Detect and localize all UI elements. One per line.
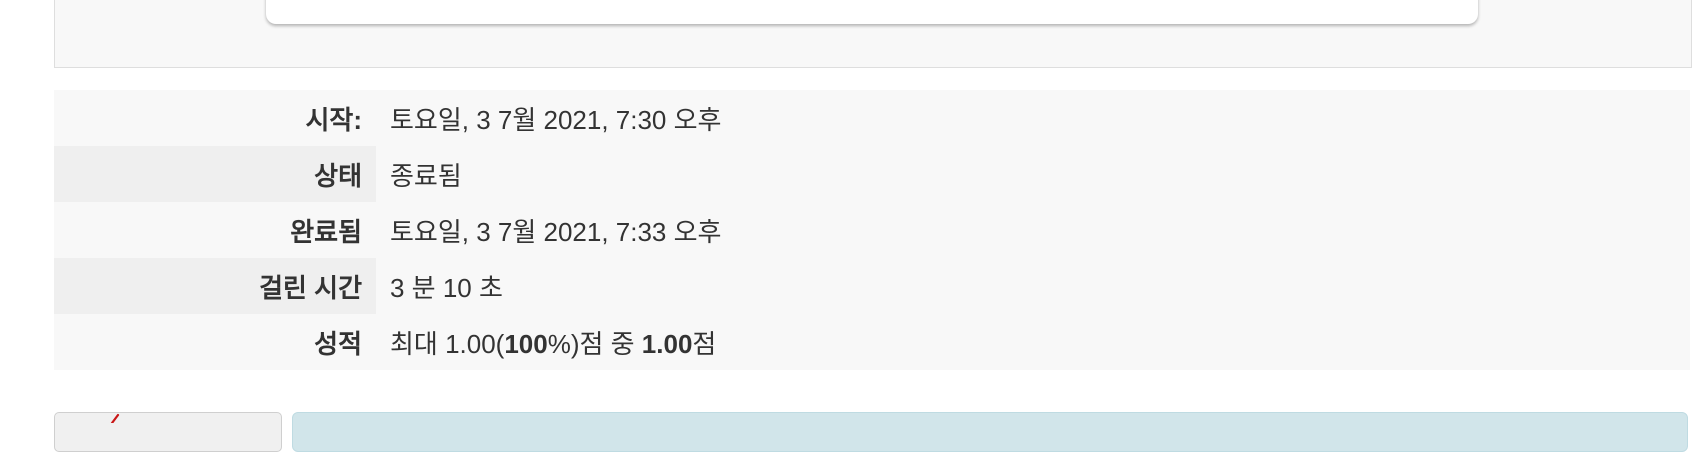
question-info-box (54, 412, 282, 452)
question-card (266, 0, 1478, 24)
summary-row-started: 시작: 토요일, 3 7월 2021, 7:30 오후 (54, 90, 1690, 146)
grade-label: 성적 (54, 314, 376, 370)
quiz-review-summary: 시작: 토요일, 3 7월 2021, 7:30 오후 상태 종료됨 완료됨 토… (54, 90, 1690, 370)
summary-row-grade: 성적 최대 1.00(100%)점 중 1.00점 (54, 314, 1690, 370)
started-value: 토요일, 3 7월 2021, 7:30 오후 (376, 90, 1690, 146)
summary-row-state: 상태 종료됨 (54, 146, 1690, 202)
grade-value: 최대 1.00(100%)점 중 1.00점 (376, 314, 1690, 370)
question-content-box (292, 412, 1688, 452)
flag-icon[interactable] (109, 413, 123, 423)
state-value: 종료됨 (376, 146, 1690, 202)
grade-score: 1.00 (641, 328, 693, 359)
grade-suffix: 점 (692, 328, 717, 359)
completed-label: 완료됨 (54, 202, 376, 258)
summary-row-time-taken: 걸린 시간 3 분 10 초 (54, 258, 1690, 314)
started-label: 시작: (54, 90, 376, 146)
state-label: 상태 (54, 146, 376, 202)
time-taken-value: 3 분 10 초 (376, 258, 1690, 314)
grade-percent: 100 (504, 328, 548, 359)
grade-middle: %)점 중 (547, 328, 642, 359)
grade-prefix: 최대 1.00( (390, 328, 505, 359)
completed-value: 토요일, 3 7월 2021, 7:33 오후 (376, 202, 1690, 258)
summary-row-completed: 완료됨 토요일, 3 7월 2021, 7:33 오후 (54, 202, 1690, 258)
time-taken-label: 걸린 시간 (54, 258, 376, 314)
